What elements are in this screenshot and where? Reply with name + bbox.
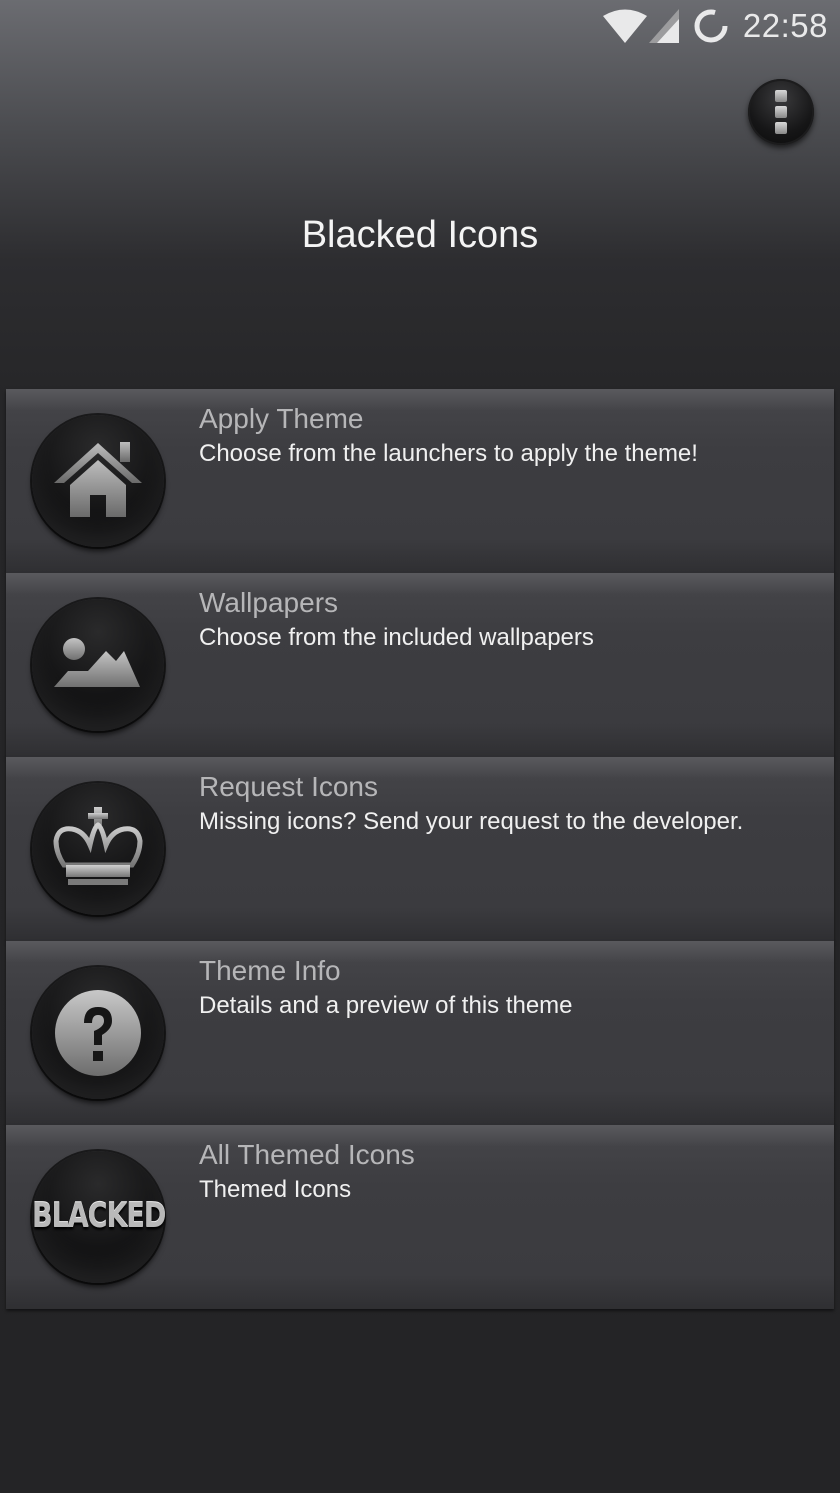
- menu-item-all-themed-icons[interactable]: BLACKED All Themed Icons Themed Icons: [6, 1125, 834, 1309]
- menu-item-subtitle: Choose from the included wallpapers: [199, 624, 594, 651]
- menu-item-wallpapers[interactable]: Wallpapers Choose from the included wall…: [6, 573, 834, 757]
- sync-icon: [694, 9, 728, 43]
- status-icons: 22:58: [602, 4, 828, 48]
- blacked-logo-icon: BLACKED: [32, 1151, 166, 1283]
- menu-item-title: Theme Info: [199, 955, 341, 986]
- menu-item-title: Request Icons: [199, 771, 378, 802]
- menu-item-subtitle: Details and a preview of this theme: [199, 992, 573, 1019]
- page-title: Blacked Icons: [301, 214, 539, 256]
- blacked-logo-text: BLACKED: [32, 1197, 166, 1236]
- menu-item-subtitle: Choose from the launchers to apply the t…: [199, 440, 698, 467]
- home-icon: [32, 415, 164, 547]
- overflow-dot: [775, 106, 787, 118]
- image-icon: [32, 599, 164, 731]
- wifi-icon: [602, 9, 647, 43]
- menu-item-subtitle: Themed Icons: [199, 1176, 352, 1203]
- menu-item-request-icons[interactable]: Request Icons Missing icons? Send your r…: [6, 757, 834, 941]
- overflow-menu-icon: [775, 90, 787, 102]
- question-icon: [32, 967, 164, 1099]
- menu-item-title: Wallpapers: [199, 587, 339, 618]
- menu-item-theme-info[interactable]: Theme Info Details and a preview of this…: [6, 941, 834, 1125]
- crown-icon: [32, 783, 164, 915]
- menu-item-apply-theme[interactable]: Apply Theme Choose from the launchers to…: [6, 389, 834, 573]
- cellular-signal-icon: [648, 9, 679, 43]
- menu-list: Apply Theme Choose from the launchers to…: [6, 389, 834, 1309]
- status-time: 22:58: [742, 7, 828, 44]
- overflow-menu-button[interactable]: [748, 79, 814, 145]
- menu-item-title: Apply Theme: [199, 403, 364, 434]
- menu-item-subtitle: Missing icons? Send your request to the …: [199, 808, 744, 835]
- status-bar: 22:58: [0, 0, 840, 52]
- overflow-dot: [775, 122, 787, 134]
- menu-item-title: All Themed Icons: [199, 1139, 415, 1170]
